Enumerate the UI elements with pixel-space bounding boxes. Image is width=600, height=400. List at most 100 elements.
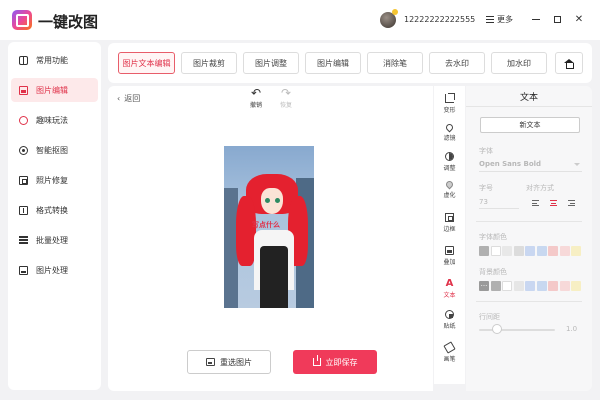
minimize-icon <box>532 18 540 20</box>
sidebar-item-label: 照片修复 <box>36 175 68 185</box>
edit-photo[interactable]: 写点什么 <box>224 146 314 308</box>
tool-frame[interactable]: 边框 <box>434 213 465 237</box>
sidebar-item-format-convert[interactable]: 格式转换 <box>11 198 98 222</box>
color-swatch[interactable] <box>548 281 558 291</box>
app-title: 一键改图 <box>38 13 99 31</box>
tool-text[interactable]: A 文本 <box>434 279 465 303</box>
sidebar-item-label: 批量处理 <box>36 235 68 245</box>
save-icon <box>312 355 321 366</box>
tool-tab-bar: 图片文本编辑 图片裁剪 图片调整 图片编辑 消除笔 去水印 加水印 <box>108 43 592 83</box>
chevron-left-icon: ‹ <box>117 94 121 103</box>
tool-label: 虚化 <box>443 192 456 199</box>
line-spacing-slider-track[interactable] <box>479 329 555 331</box>
redo-button[interactable]: ↷ 恢复 <box>274 86 298 112</box>
font-size-input[interactable]: 73 <box>479 198 488 206</box>
color-swatch[interactable] <box>525 246 535 256</box>
sidebar-item-image-process[interactable]: 图片处理 <box>11 258 98 282</box>
photo-eye <box>265 198 270 203</box>
tab-add-watermark[interactable]: 加水印 <box>491 52 547 74</box>
sidebar-item-common[interactable]: 常用功能 <box>11 48 98 72</box>
panel-divider <box>476 301 582 302</box>
font-select[interactable]: Open Sans Bold <box>479 160 541 168</box>
more-menu-button[interactable]: 更多 <box>486 14 513 25</box>
back-button[interactable]: ‹ 返回 <box>117 93 140 104</box>
tool-sticker[interactable]: 贴纸 <box>434 310 465 334</box>
tool-label: 贴纸 <box>443 323 456 330</box>
tab-image-crop[interactable]: 图片裁剪 <box>181 52 237 74</box>
minimize-button[interactable] <box>530 13 542 25</box>
color-swatch[interactable] <box>548 246 558 256</box>
text-icon: A <box>445 278 454 289</box>
color-swatch[interactable] <box>479 246 489 256</box>
more-colors-icon[interactable]: ··· <box>479 282 489 290</box>
color-swatch[interactable] <box>490 246 501 256</box>
save-now-button[interactable]: 立即保存 <box>293 350 377 374</box>
color-swatch[interactable] <box>513 281 524 291</box>
image-icon <box>206 358 215 366</box>
image-edit-icon <box>19 85 28 95</box>
color-swatch[interactable] <box>571 281 581 291</box>
tab-image-adjust[interactable]: 图片调整 <box>243 52 299 74</box>
align-right-icon[interactable] <box>568 200 575 206</box>
tool-blur[interactable]: 虚化 <box>434 179 465 205</box>
tab-image-edit[interactable]: 图片编辑 <box>305 52 361 74</box>
tab-eraser[interactable]: 消除笔 <box>367 52 423 74</box>
font-size-underline <box>479 208 519 209</box>
reselect-image-button[interactable]: 重选图片 <box>187 350 271 374</box>
save-label: 立即保存 <box>325 357 358 367</box>
new-text-button[interactable]: 新文本 <box>480 117 580 133</box>
blur-icon <box>444 179 455 190</box>
sidebar-item-fun[interactable]: 趣味玩法 <box>11 108 98 132</box>
bg-color-label: 背景颜色 <box>479 268 507 276</box>
panel-divider <box>476 221 582 222</box>
frame-icon <box>445 213 454 222</box>
sidebar-item-photo-repair[interactable]: 照片修复 <box>11 168 98 192</box>
sidebar-item-label: 图片处理 <box>36 265 68 275</box>
font-size-label: 字号 <box>479 184 493 192</box>
sidebar-item-cutout[interactable]: 智能抠图 <box>11 138 98 162</box>
photo-vest <box>260 246 288 308</box>
color-swatch[interactable] <box>536 246 547 256</box>
align-left-icon[interactable] <box>532 200 539 206</box>
color-swatch[interactable] <box>525 281 535 291</box>
photo-text-layer[interactable]: 写点什么 <box>252 220 280 230</box>
maximize-button[interactable] <box>551 13 563 25</box>
sidebar-item-label: 图片编辑 <box>36 85 68 95</box>
color-swatch[interactable] <box>559 246 570 256</box>
tool-filter[interactable]: 滤镜 <box>434 122 465 148</box>
color-swatch[interactable] <box>502 246 512 256</box>
tab-remove-watermark[interactable]: 去水印 <box>429 52 485 74</box>
color-swatch[interactable] <box>536 281 547 291</box>
color-swatch[interactable] <box>513 246 524 256</box>
line-spacing-slider-handle[interactable] <box>492 324 502 334</box>
tab-image-text-edit[interactable]: 图片文本编辑 <box>118 52 175 74</box>
panel-title: 文本 <box>519 93 538 103</box>
color-swatch[interactable] <box>490 281 501 291</box>
chevron-down-icon <box>574 163 580 166</box>
color-swatch[interactable] <box>559 281 570 291</box>
reselect-label: 重选图片 <box>220 357 252 367</box>
image-process-icon <box>19 265 28 275</box>
tool-label: 滤镜 <box>443 135 456 142</box>
color-swatch[interactable] <box>571 246 581 256</box>
sidebar-item-batch[interactable]: 批量处理 <box>11 228 98 252</box>
home-button[interactable] <box>555 52 583 74</box>
tool-adjust[interactable]: 调整 <box>434 152 465 176</box>
sidebar-item-label: 格式转换 <box>36 205 68 215</box>
canvas-area: ‹ 返回 ↶ 撤销 ↷ 恢复 写点什么 重选图片 立即保存 <box>108 86 433 391</box>
panel-divider <box>466 106 592 107</box>
grid-icon <box>19 55 28 65</box>
user-phone[interactable]: 12222222222555 <box>404 15 475 24</box>
align-center-icon[interactable] <box>550 200 557 206</box>
tool-transform[interactable]: 变形 <box>434 93 465 118</box>
tool-brush[interactable]: 画笔 <box>434 341 465 367</box>
tool-label: 边框 <box>443 226 456 233</box>
sidebar-item-image-edit[interactable]: 图片编辑 <box>11 78 98 102</box>
tool-overlay[interactable]: 叠加 <box>434 246 465 270</box>
title-bar: 一键改图 12222222222555 更多 ✕ <box>0 0 600 40</box>
vip-badge-icon <box>392 9 398 15</box>
tool-label: 叠加 <box>443 259 456 266</box>
color-swatch[interactable] <box>502 281 512 291</box>
undo-button[interactable]: ↶ 撤销 <box>244 86 268 112</box>
close-button[interactable]: ✕ <box>573 13 585 25</box>
